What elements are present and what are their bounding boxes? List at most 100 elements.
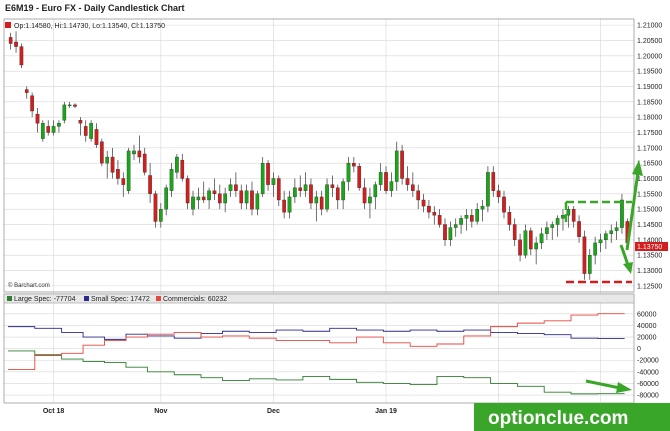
price-tick-label: 1.14500	[637, 222, 662, 229]
date-tick-label: Dec	[267, 408, 280, 415]
candle	[282, 190, 286, 219]
candle	[362, 178, 367, 210]
candle	[46, 120, 51, 136]
candle	[496, 184, 501, 204]
candle	[325, 178, 329, 213]
candle	[244, 184, 249, 210]
price-tick-label: 1.17500	[637, 130, 662, 137]
candle	[480, 199, 485, 222]
small-spec-line	[8, 326, 625, 340]
candle	[185, 175, 190, 210]
candle	[523, 224, 528, 259]
candle	[598, 233, 603, 253]
candle	[561, 209, 565, 231]
barchart-credit: © Barchart.com	[8, 282, 50, 289]
candle	[153, 190, 158, 228]
price-tick-label: 1.16500	[637, 161, 662, 168]
candle	[614, 221, 619, 240]
candle	[159, 203, 163, 228]
candle	[491, 166, 496, 197]
price-tick-label: 1.13000	[637, 268, 662, 275]
date-tick-label: Oct 18	[43, 408, 65, 415]
price-tick-label: 1.17000	[637, 145, 662, 152]
candle	[207, 187, 211, 210]
candle	[587, 249, 592, 280]
candle	[368, 187, 372, 219]
candle	[212, 178, 217, 200]
candle	[528, 227, 533, 256]
date-tick-label: Jan 19	[375, 408, 397, 415]
price-tick-label: 1.20500	[637, 38, 662, 45]
candle	[201, 181, 206, 204]
price-tick-label: 1.19000	[637, 84, 662, 91]
candle	[196, 187, 201, 210]
legend-commercials: Commercials: 60232	[163, 296, 227, 303]
candle	[239, 184, 244, 210]
candle	[121, 172, 126, 197]
candle	[73, 103, 77, 108]
price-tick-label: 1.13500	[637, 253, 662, 260]
candle	[604, 230, 608, 250]
candles-layer	[8, 31, 630, 280]
candle	[132, 144, 136, 161]
candle	[341, 178, 345, 210]
candle	[309, 178, 313, 210]
cot-y-axis: 60000 40000 20000 0 -20000 -40000 -60000 -80000	[637, 311, 659, 399]
candle	[507, 206, 512, 231]
arrow-right-icon	[585, 379, 632, 393]
candle	[250, 181, 254, 216]
candle	[180, 153, 185, 182]
candle	[191, 190, 195, 216]
cot-tick-label: 20000	[637, 335, 657, 342]
candle	[51, 120, 56, 136]
candle	[223, 187, 227, 213]
cot-tick-label: -60000	[637, 381, 659, 388]
candle	[164, 184, 168, 216]
price-tick-label: 1.16000	[637, 176, 662, 183]
candle	[62, 101, 67, 124]
candle	[228, 178, 233, 197]
candle	[593, 236, 597, 265]
price-tick-label: 1.21000	[637, 23, 662, 30]
grid-layer	[4, 19, 634, 402]
candle	[89, 120, 93, 142]
candle	[550, 221, 555, 240]
candle	[486, 166, 490, 213]
price-tick-label: 1.20000	[637, 53, 662, 60]
candle	[357, 163, 362, 191]
candle	[110, 147, 115, 179]
price-tick-label: 1.12500	[637, 283, 662, 290]
candle	[448, 221, 453, 246]
chart-canvas: 1.21000 1.20500 1.20000 1.19500 1.19000 1.185…	[3, 3, 670, 431]
candle	[14, 31, 18, 53]
candle	[94, 123, 99, 148]
candle	[421, 193, 426, 213]
candle	[276, 175, 281, 207]
candle	[271, 172, 276, 197]
candle	[24, 86, 29, 99]
ohlc-series-marker	[5, 22, 11, 28]
legend-swatch-small-spec	[84, 296, 89, 301]
candle	[126, 147, 131, 194]
ohlc-readout: Op:1.14580, Hi:1.14730, Lo:1.13540, Cl:1…	[14, 23, 165, 30]
candle	[83, 120, 88, 142]
price-pane-frame	[3, 18, 635, 293]
candle	[266, 160, 270, 191]
candle	[539, 227, 544, 250]
candle	[78, 117, 83, 136]
candle	[148, 163, 152, 204]
date-tick-label: Nov	[154, 408, 167, 415]
cot-tick-label: -40000	[637, 369, 659, 376]
legend-swatch-commercials	[156, 296, 161, 301]
candle	[373, 181, 378, 210]
candle	[19, 43, 24, 69]
candle	[137, 135, 142, 164]
candle	[287, 190, 292, 219]
price-tick-label: 1.15500	[637, 191, 662, 198]
candle	[255, 190, 260, 216]
candle	[234, 172, 238, 197]
candle	[459, 215, 463, 234]
candle	[432, 206, 437, 225]
candle	[116, 160, 120, 185]
candle	[443, 218, 447, 246]
